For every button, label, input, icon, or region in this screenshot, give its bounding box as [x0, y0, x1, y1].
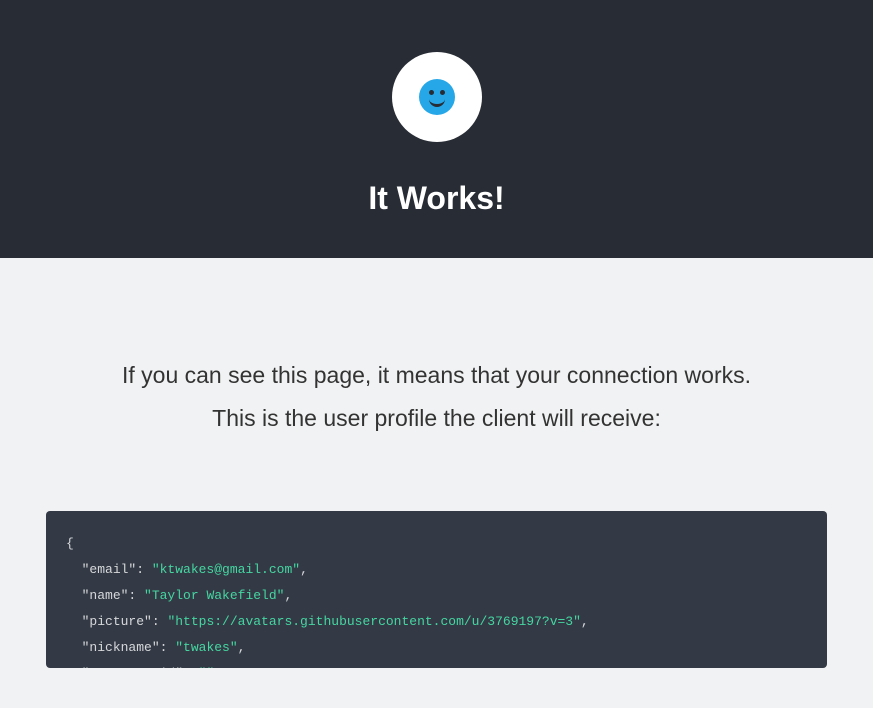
json-open-brace: { — [66, 531, 807, 557]
json-row-picture: "picture": "https://avatars.githubuserco… — [66, 609, 807, 635]
header-banner: It Works! — [0, 0, 873, 258]
json-row-email: "email": "ktwakes@gmail.com", — [66, 557, 807, 583]
avatar — [392, 52, 482, 142]
smiley-icon — [419, 79, 455, 115]
json-row-nickname: "nickname": "twakes", — [66, 635, 807, 661]
profile-json-block: { "email": "ktwakes@gmail.com", "name": … — [46, 511, 827, 668]
intro-line-1: If you can see this page, it means that … — [40, 354, 833, 397]
page-title: It Works! — [368, 180, 504, 217]
content-area: If you can see this page, it means that … — [0, 258, 873, 708]
json-row-gravatar: "gravatar_id": "", — [66, 661, 807, 668]
json-row-name: "name": "Taylor Wakefield", — [66, 583, 807, 609]
intro-line-2: This is the user profile the client will… — [40, 397, 833, 440]
